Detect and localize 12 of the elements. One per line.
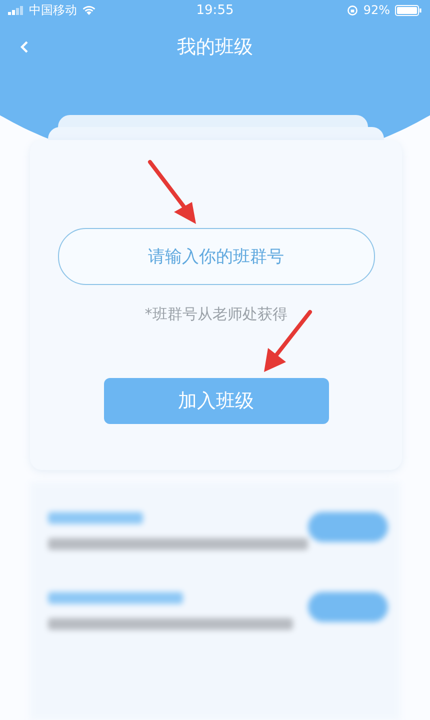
back-icon	[20, 40, 29, 54]
clock-time: 19:55	[196, 2, 234, 18]
rotation-lock-icon	[347, 4, 358, 16]
hint-text: *班群号从老师处获得	[144, 305, 288, 324]
join-class-button[interactable]: 加入班级	[104, 378, 328, 424]
signal-icon	[8, 6, 24, 14]
wifi-icon	[82, 5, 96, 15]
page-title: 我的班级	[177, 35, 253, 60]
battery-percent: 92%	[363, 3, 390, 17]
carrier-name: 中国移动	[29, 2, 77, 18]
battery-icon	[395, 4, 422, 16]
class-id-field[interactable]: 请输入你的班群号	[58, 228, 374, 285]
